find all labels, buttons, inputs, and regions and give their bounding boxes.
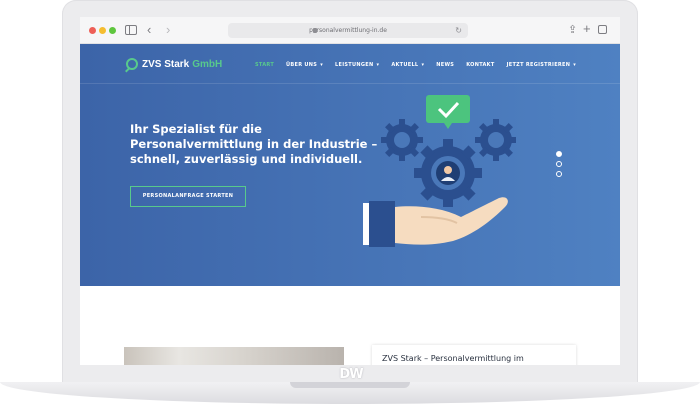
slider-dot[interactable]: [556, 151, 562, 157]
lock-icon: [313, 28, 317, 33]
chevron-down-icon: ▾: [419, 62, 425, 68]
nav-item-aktuell[interactable]: AKTUELL ▾: [391, 62, 424, 69]
zoom-window-button[interactable]: [109, 27, 116, 34]
nav-item-leistungen[interactable]: LEISTUNGEN ▾: [335, 62, 379, 69]
chevron-down-icon: ▾: [374, 62, 380, 68]
address-bar[interactable]: personalvermittlung-in.de ↻: [228, 23, 468, 38]
slider-pagination: [556, 151, 562, 181]
url-text: personalvermittlung-in.de: [309, 27, 387, 34]
person-gear-icon: [414, 139, 482, 207]
main-nav: START ÜBER UNS ▾ LEISTUNGEN ▾ AKTUELL ▾ …: [255, 62, 588, 69]
laptop-screen: ‹ › personalvermittlung-in.de ↻ ⇪ + ZVS …: [80, 17, 620, 365]
small-gear-left-icon: [381, 119, 423, 161]
back-icon[interactable]: ‹: [147, 23, 151, 36]
sidebar-icon[interactable]: [125, 25, 137, 35]
small-gear-right-icon: [475, 119, 516, 161]
magnifier-logo-icon: [126, 58, 138, 70]
nav-divider: [80, 83, 620, 84]
device-logo: DW: [339, 367, 363, 382]
share-icon[interactable]: ⇪: [568, 24, 577, 36]
new-tab-icon[interactable]: +: [583, 22, 591, 35]
chevron-down-icon: ▾: [318, 62, 324, 68]
nav-item-kontakt[interactable]: KONTAKT: [466, 62, 494, 69]
minimize-window-button[interactable]: [99, 27, 106, 34]
nav-item-news[interactable]: NEWS: [436, 62, 454, 69]
brand-logo[interactable]: ZVS Stark GmbH: [126, 57, 222, 71]
intro-card: ZVS Stark – Personalvermittlung im: [372, 345, 576, 365]
chevron-down-icon: ▾: [571, 62, 577, 68]
hand-icon: [363, 197, 508, 247]
tab-overview-icon[interactable]: [598, 25, 607, 34]
slider-dot[interactable]: [556, 161, 562, 167]
nav-item-registrieren[interactable]: JETZT REGISTRIEREN ▾: [507, 62, 577, 69]
personalanfrage-button[interactable]: PERSONALANFRAGE STARTEN: [130, 186, 246, 207]
intro-card-title: ZVS Stark – Personalvermittlung im: [382, 354, 524, 363]
reload-icon[interactable]: ↻: [455, 23, 462, 38]
content-photo: [124, 347, 344, 365]
check-icon: [426, 95, 470, 129]
close-window-button[interactable]: [89, 27, 96, 34]
browser-toolbar: ‹ › personalvermittlung-in.de ↻ ⇪ +: [80, 17, 620, 44]
brand-name: ZVS Stark: [142, 58, 190, 70]
hero-headline: Ihr Spezialist für die Personalvermittlu…: [130, 122, 378, 166]
hero-section: ZVS Stark GmbH START ÜBER UNS ▾ LEISTUNG…: [80, 44, 620, 286]
nav-item-ueber-uns[interactable]: ÜBER UNS ▾: [286, 62, 323, 69]
brand-suffix: GmbH: [192, 58, 223, 70]
nav-item-start[interactable]: START: [255, 62, 274, 69]
forward-icon[interactable]: ›: [166, 23, 170, 36]
gears-hand-illustration: [363, 95, 516, 247]
slider-dot[interactable]: [556, 171, 562, 177]
